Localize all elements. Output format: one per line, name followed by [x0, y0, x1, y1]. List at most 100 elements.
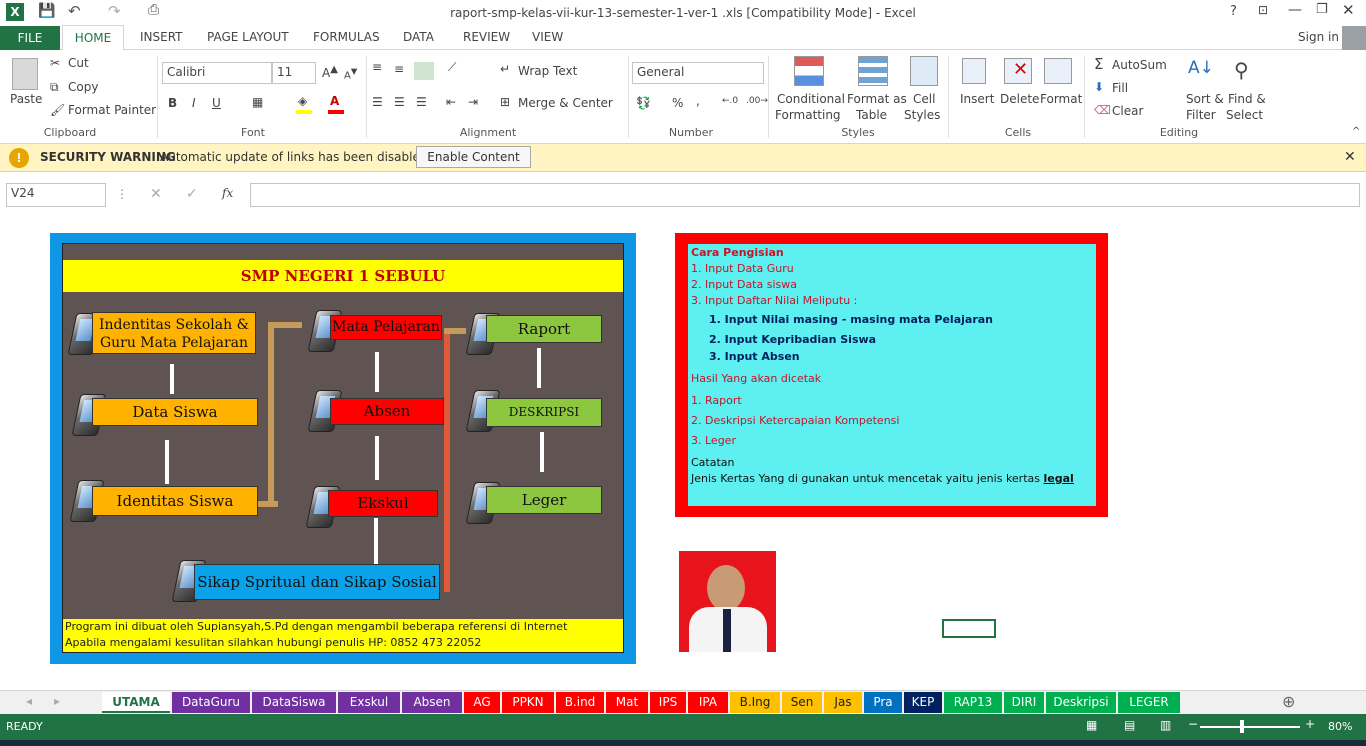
zoom-slider-thumb[interactable]: [1240, 720, 1244, 733]
page-layout-view-icon[interactable]: ▤: [1124, 718, 1135, 732]
sheet-tab-sen[interactable]: Sen: [782, 692, 822, 713]
grow-font-icon[interactable]: A▲: [322, 64, 338, 80]
worksheet-area[interactable]: SMP NEGERI 1 SEBULU Indentitas Sekolah &…: [0, 218, 1366, 688]
avatar[interactable]: [1342, 26, 1366, 50]
box-raport[interactable]: Raport: [486, 315, 602, 343]
sheet-tab-b-ing[interactable]: B.Ing: [730, 692, 780, 713]
sheet-tab-deskripsi[interactable]: Deskripsi: [1046, 692, 1116, 713]
box-leger[interactable]: Leger: [486, 486, 602, 514]
box-identitas-siswa[interactable]: Identitas Siswa: [92, 486, 258, 516]
box-mata-pelajaran[interactable]: Mata Pelajaran: [330, 315, 442, 340]
font-size-select[interactable]: 11: [272, 62, 316, 84]
merge-icon[interactable]: ⊞: [500, 95, 510, 109]
sheet-tab-utama[interactable]: UTAMA: [102, 692, 170, 713]
sort-filter-icon[interactable]: A↓: [1188, 58, 1214, 78]
cut-icon[interactable]: ✂: [50, 56, 60, 70]
tab-formulas[interactable]: FORMULAS: [313, 30, 380, 44]
tab-page-layout[interactable]: PAGE LAYOUT: [207, 30, 289, 44]
box-identitas-sekolah[interactable]: Indentitas Sekolah & Guru Mata Pelajaran: [92, 312, 256, 354]
tab-data[interactable]: DATA: [403, 30, 434, 44]
cut-button[interactable]: Cut: [68, 56, 89, 70]
align-center-icon[interactable]: ☰: [394, 95, 405, 109]
font-name-select[interactable]: Calibri: [162, 62, 272, 84]
percent-button[interactable]: %: [672, 96, 683, 110]
borders-icon[interactable]: ▦: [252, 95, 263, 109]
tab-review[interactable]: REVIEW: [463, 30, 510, 44]
zoom-level[interactable]: 80%: [1328, 720, 1352, 733]
sign-in-link[interactable]: Sign in: [1298, 30, 1339, 44]
copy-button[interactable]: Copy: [68, 80, 98, 94]
insert-cells-icon[interactable]: [962, 58, 986, 84]
enable-content-button[interactable]: Enable Content: [416, 146, 531, 168]
sheet-tab-mat[interactable]: Mat: [606, 692, 648, 713]
new-sheet-icon[interactable]: ⊕: [1282, 692, 1295, 711]
sheet-tab-absen[interactable]: Absen: [402, 692, 462, 713]
comma-button[interactable]: ,: [696, 94, 700, 108]
zoom-slider-track[interactable]: [1200, 726, 1300, 728]
sheet-tab-ag[interactable]: AG: [464, 692, 500, 713]
decrease-indent-icon[interactable]: ⇤: [446, 95, 456, 109]
help-icon[interactable]: ?: [1230, 4, 1237, 19]
box-ekskul[interactable]: Ekskul: [328, 490, 438, 517]
name-box[interactable]: V24: [6, 183, 106, 207]
wrap-text-button[interactable]: Wrap Text: [518, 64, 577, 78]
align-middle-icon[interactable]: ≡: [394, 62, 404, 76]
sheet-tab-diri[interactable]: DIRI: [1004, 692, 1044, 713]
align-top-icon[interactable]: ≡: [372, 60, 382, 74]
bucket-icon[interactable]: ◈: [298, 94, 307, 108]
page-break-view-icon[interactable]: ▥: [1160, 718, 1171, 732]
normal-view-icon[interactable]: ▦: [1086, 718, 1097, 732]
box-sikap[interactable]: Sikap Spritual dan Sikap Sosial: [194, 564, 440, 600]
increase-indent-icon[interactable]: ⇥: [468, 95, 478, 109]
close-icon[interactable]: ✕: [1342, 1, 1355, 19]
sheet-tab-b-ind[interactable]: B.ind: [556, 692, 604, 713]
sheet-tab-leger[interactable]: LEGER: [1118, 692, 1180, 713]
format-as-table-icon[interactable]: [858, 56, 888, 86]
sheet-tab-pra[interactable]: Pra: [864, 692, 902, 713]
minimize-icon[interactable]: —: [1288, 2, 1302, 18]
increase-decimal-icon[interactable]: ←.0: [722, 96, 738, 106]
number-format-select[interactable]: General: [632, 62, 764, 84]
ribbon-display-icon[interactable]: ⊡: [1258, 3, 1268, 17]
italic-button[interactable]: I: [192, 96, 196, 110]
format-cells-icon[interactable]: [1044, 58, 1072, 84]
active-cell[interactable]: [942, 619, 996, 638]
sort-filter-button[interactable]: Sort &: [1186, 92, 1224, 106]
orientation-icon[interactable]: ⟋: [448, 60, 456, 75]
enter-icon[interactable]: ✓: [186, 186, 198, 202]
binoculars-icon[interactable]: ⚲: [1234, 58, 1249, 82]
restore-icon[interactable]: ❐: [1316, 2, 1328, 17]
cancel-icon[interactable]: ✕: [150, 186, 162, 202]
tab-insert[interactable]: INSERT: [140, 30, 183, 44]
sheet-tab-exskul[interactable]: Exskul: [338, 692, 400, 713]
fill-color-icon[interactable]: [296, 110, 312, 114]
zoom-in-button[interactable]: +: [1305, 717, 1315, 731]
currency-icon[interactable]: 💱: [636, 96, 651, 110]
sheet-tab-ppkn[interactable]: PPKN: [502, 692, 554, 713]
conditional-formatting-button[interactable]: Conditional: [777, 92, 845, 106]
format-as-table-button[interactable]: Format as: [847, 92, 907, 106]
merge-center-button[interactable]: Merge & Center: [518, 96, 613, 110]
collapse-ribbon-icon[interactable]: ^: [1352, 126, 1360, 137]
paste-icon[interactable]: [12, 58, 38, 90]
underline-button[interactable]: U: [212, 96, 221, 110]
clear-button[interactable]: Clear: [1112, 104, 1143, 118]
insert-function-button[interactable]: fx: [222, 186, 233, 200]
shrink-font-icon[interactable]: A▼: [344, 66, 357, 81]
sheet-tab-rap13[interactable]: RAP13: [944, 692, 1002, 713]
tab-home[interactable]: HOME: [62, 25, 124, 51]
delete-cells-button[interactable]: Delete: [1000, 92, 1039, 106]
sheet-tab-ipa[interactable]: IPA: [688, 692, 728, 713]
font-color-icon[interactable]: A: [330, 94, 339, 108]
sheet-tab-kep[interactable]: KEP: [904, 692, 942, 713]
sheet-tab-jas[interactable]: Jas: [824, 692, 862, 713]
align-right-icon[interactable]: ☰: [416, 95, 427, 109]
decrease-decimal-icon[interactable]: .00→: [746, 96, 768, 106]
find-select-button[interactable]: Find &: [1228, 92, 1266, 106]
cell-styles-button[interactable]: Cell: [913, 92, 935, 106]
sheet-tab-ips[interactable]: IPS: [650, 692, 686, 713]
insert-cells-button[interactable]: Insert: [960, 92, 994, 106]
tab-view[interactable]: VIEW: [532, 30, 563, 44]
conditional-formatting-icon[interactable]: [794, 56, 824, 86]
autosum-icon[interactable]: Σ: [1094, 55, 1103, 73]
